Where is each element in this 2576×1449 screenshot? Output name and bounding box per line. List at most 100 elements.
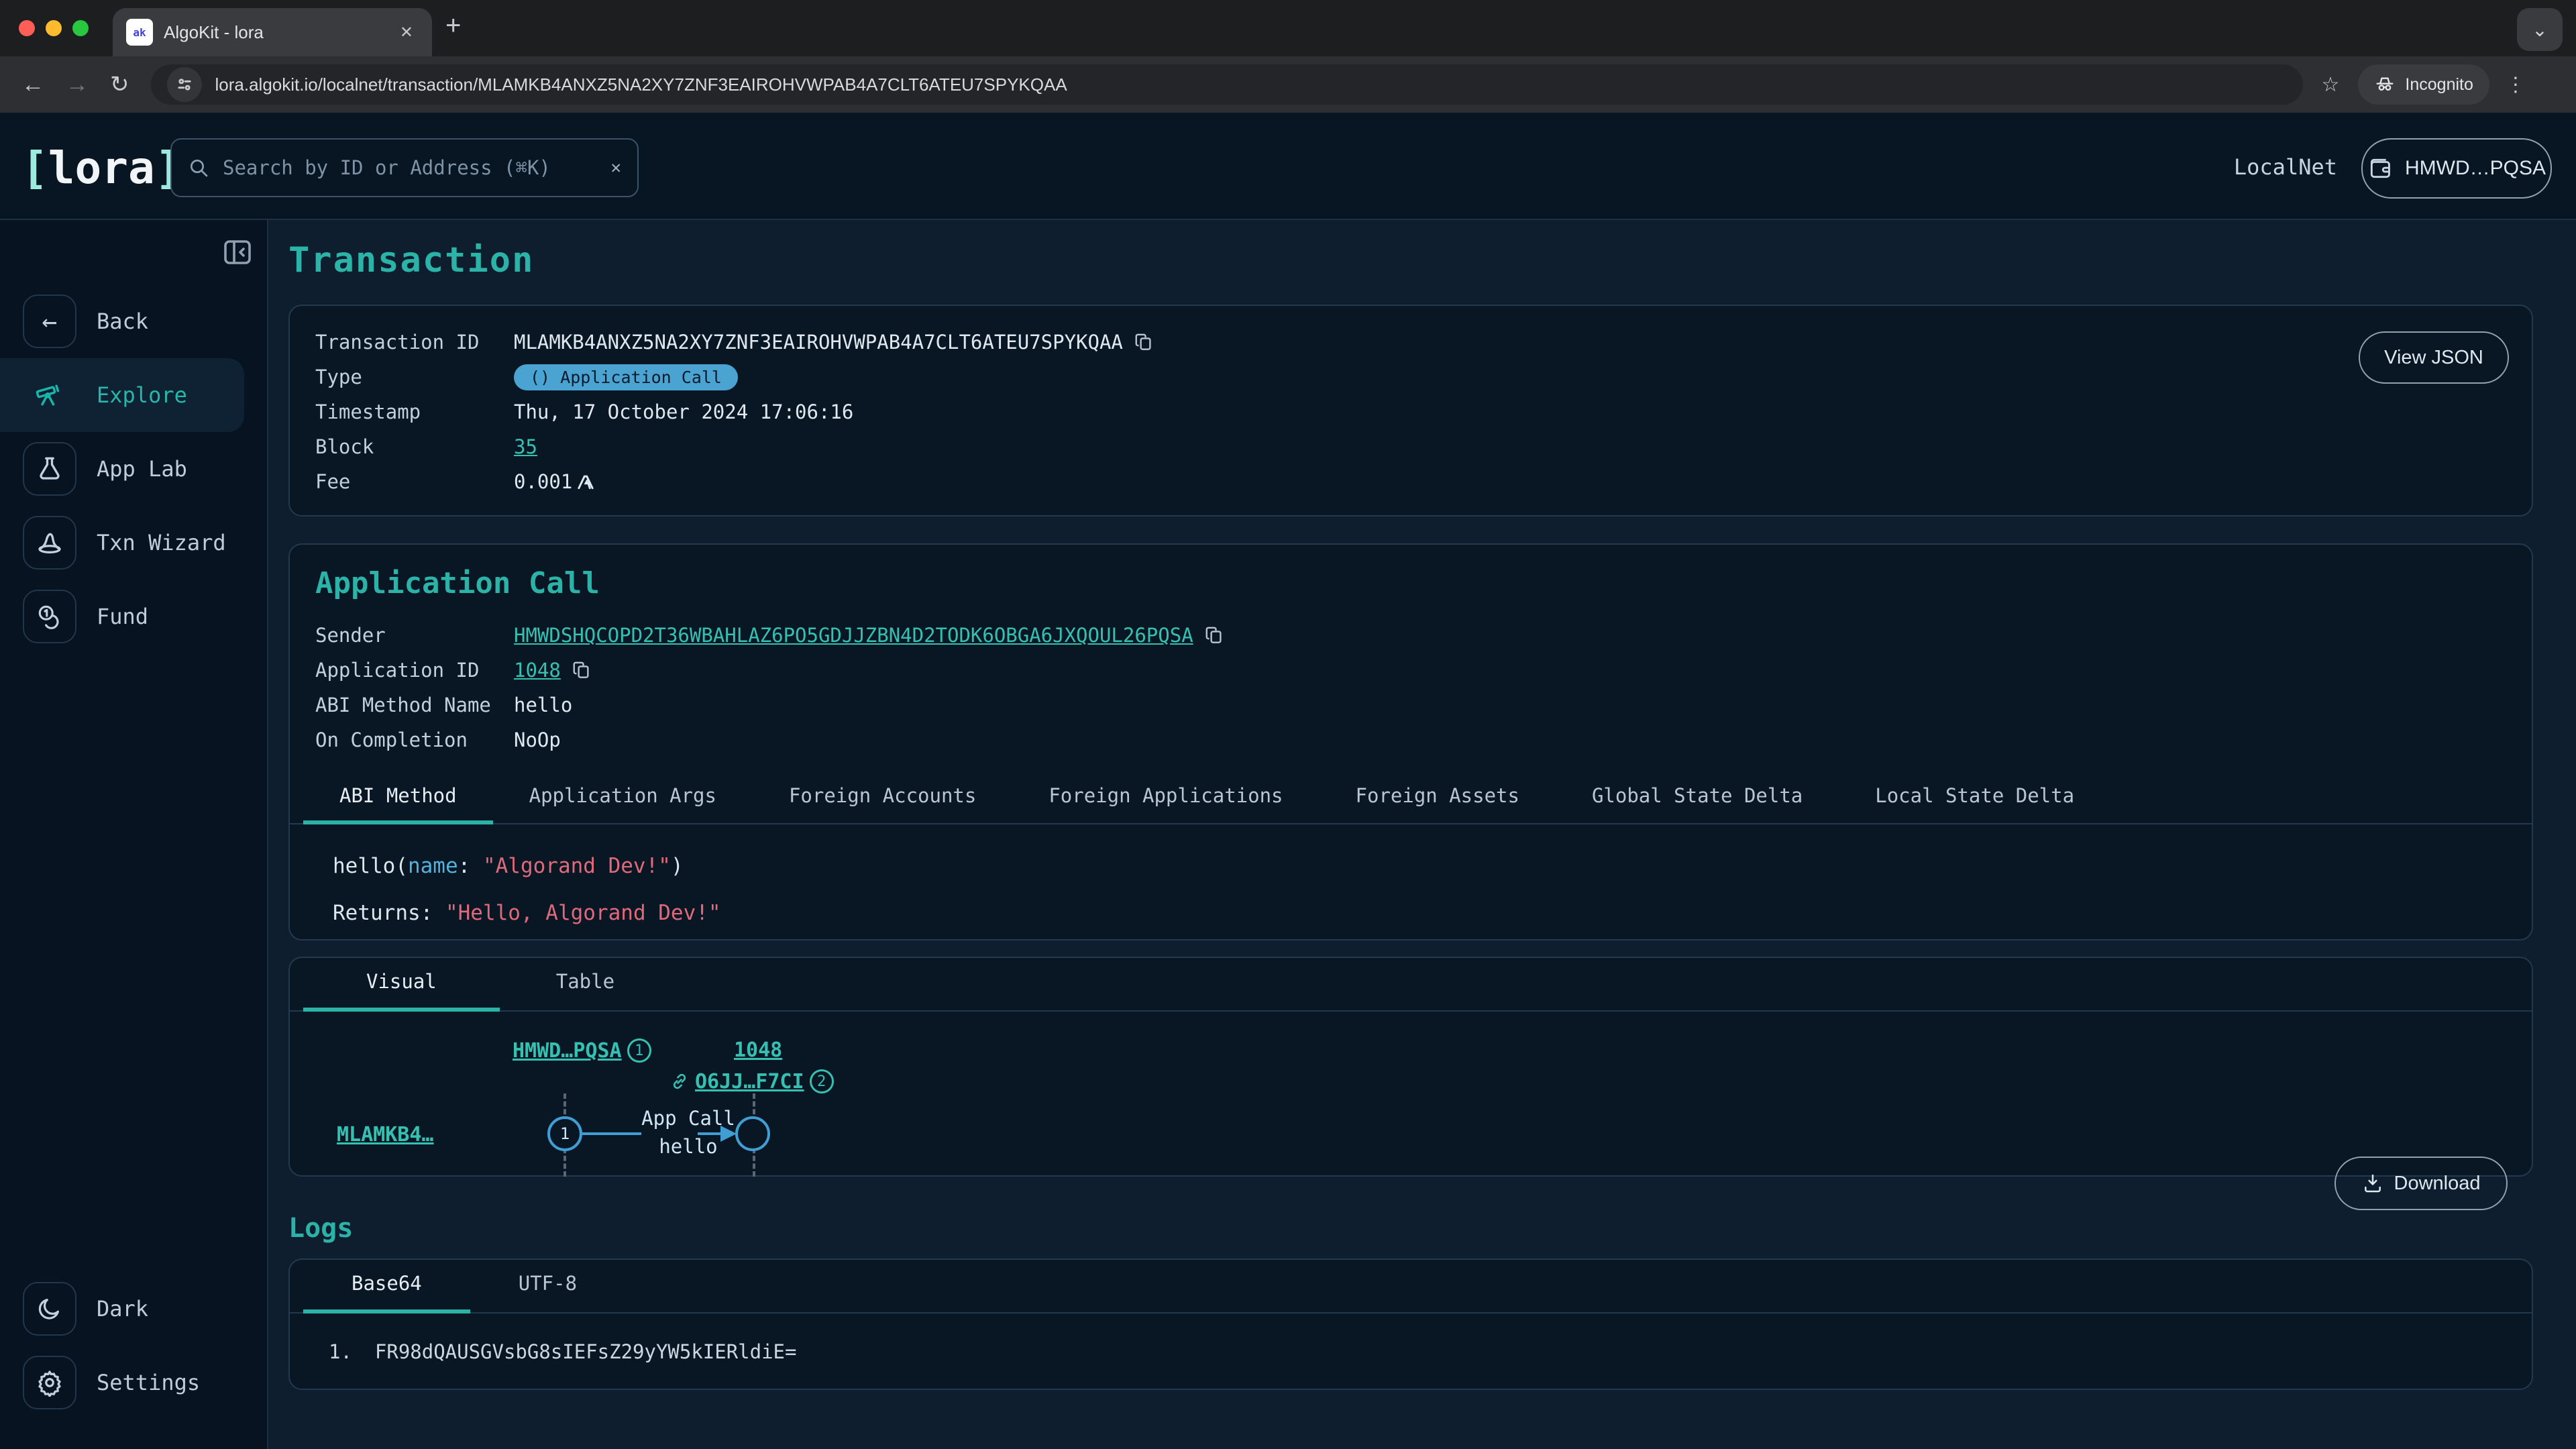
network-label[interactable]: LocalNet: [2234, 154, 2337, 180]
new-tab-button[interactable]: +: [445, 11, 461, 41]
url-bar[interactable]: lora.algokit.io/localnet/transaction/MLA…: [151, 64, 2303, 105]
global-search[interactable]: ✕: [170, 138, 639, 197]
wallet-icon: [2367, 156, 2393, 181]
graph-node-app: [735, 1116, 770, 1151]
wallet-address-label: HMWD…PQSA: [2405, 157, 2546, 180]
type-badge: () Application Call: [514, 364, 738, 390]
search-clear-icon[interactable]: ✕: [610, 158, 621, 178]
resource-badge: 2: [810, 1069, 834, 1093]
lora-logo[interactable]: [lora]: [21, 142, 181, 194]
flask-icon: [23, 442, 76, 496]
logo-bracket-open: [: [21, 142, 48, 194]
gear-icon: [23, 1356, 76, 1409]
sidebar-item-label: Fund: [97, 604, 148, 629]
sidebar-item-label: Explore: [97, 382, 187, 408]
graph-edge-line: [698, 1132, 722, 1135]
field-label: Fee: [315, 470, 514, 493]
app-id-link[interactable]: 1048: [514, 659, 561, 682]
tab-utf8[interactable]: UTF-8: [470, 1272, 625, 1312]
sidebar-collapse-button[interactable]: [221, 236, 254, 268]
search-input[interactable]: [223, 156, 610, 179]
transaction-graph: HMWD…PQSA 1 1048 O6JJ…F7CI 2 MLAMKB4…: [290, 1013, 2532, 1175]
maximize-window-button[interactable]: [72, 20, 89, 36]
field-label: Timestamp: [315, 400, 514, 423]
abi-call-line: hello(name: "Algorand Dev!"): [333, 854, 2532, 878]
fee-row: Fee 0.001: [315, 464, 2532, 499]
sidebar-item-explore[interactable]: Explore: [0, 358, 244, 432]
favicon: AlgoKit - loraak: [126, 19, 153, 46]
copy-icon[interactable]: [572, 660, 592, 680]
tab-search-chevron-icon[interactable]: ⌄: [2517, 8, 2563, 51]
graph-app-id-link[interactable]: 1048: [734, 1038, 782, 1062]
incognito-icon: [2374, 74, 2396, 95]
log-entry-value: FR98dQAUSGVsbG8sIEFsZ29yYW5kIERldiE=: [375, 1340, 797, 1363]
txn-id-value: MLAMKB4ANXZ5NA2XY7ZNF3EAIROHVWPAB4A7CLT6…: [514, 331, 1123, 354]
browser-reload-icon[interactable]: ↻: [110, 71, 129, 98]
minimize-window-button[interactable]: [46, 20, 62, 36]
arg-value: "Algorand Dev!": [483, 854, 671, 878]
txn-id-row: Transaction ID MLAMKB4ANXZ5NA2XY7ZNF3EAI…: [315, 325, 2532, 360]
block-row: Block 35: [315, 429, 2532, 464]
returns-value: "Hello, Algorand Dev!": [445, 901, 721, 925]
panel-collapse-icon: [221, 236, 254, 268]
browser-forward-icon[interactable]: →: [66, 72, 89, 98]
field-label: Application ID: [315, 659, 514, 682]
sidebar-item-settings[interactable]: Settings: [0, 1346, 268, 1419]
sidebar: ← Back Explore: [0, 220, 268, 1449]
graph-group-link[interactable]: O6JJ…F7CI 2: [669, 1069, 834, 1093]
field-label: Type: [315, 366, 514, 388]
sidebar-item-label: Back: [97, 309, 148, 334]
tab-foreign-accounts[interactable]: Foreign Accounts: [753, 784, 1012, 823]
on-completion-value: NoOp: [514, 729, 561, 751]
browser-back-icon[interactable]: ←: [21, 72, 44, 98]
sidebar-footer: Dark Settings: [0, 1272, 268, 1419]
screen: AlgoKit - loraak AlgoKit - lora ✕ + ⌄ ← …: [0, 0, 2576, 1449]
transaction-summary-card: Transaction ID MLAMKB4ANXZ5NA2XY7ZNF3EAI…: [288, 305, 2533, 517]
tab-local-state-delta[interactable]: Local State Delta: [1839, 784, 2110, 823]
main-content: Transaction Transaction ID MLAMKB4ANXZ5N…: [270, 221, 2576, 1449]
browser-tab[interactable]: AlgoKit - loraak AlgoKit - lora ✕: [113, 8, 432, 56]
sidebar-item-label: Txn Wizard: [97, 530, 226, 555]
wallet-button[interactable]: HMWD…PQSA: [2361, 138, 2552, 199]
block-link[interactable]: 35: [514, 435, 537, 458]
logs-card: Base64 UTF-8 1. FR98dQAUSGVsbG8sIEFsZ29y…: [288, 1258, 2533, 1390]
download-button[interactable]: Download: [2334, 1157, 2508, 1210]
tab-visual[interactable]: Visual: [303, 970, 500, 1010]
logo-text: lora: [48, 142, 155, 194]
tab-table[interactable]: Table: [500, 970, 671, 1010]
graph-sender-link[interactable]: HMWD…PQSA 1: [513, 1038, 651, 1063]
url-text: lora.algokit.io/localnet/transaction/MLA…: [215, 74, 1067, 95]
tab-global-state-delta[interactable]: Global State Delta: [1556, 784, 1839, 823]
visual-card: Visual Table HMWD…PQSA 1 1048 O6JJ…F7CI …: [288, 957, 2533, 1177]
link-icon: [669, 1071, 690, 1091]
site-settings-icon[interactable]: [167, 67, 202, 102]
view-json-button[interactable]: View JSON: [2359, 331, 2509, 384]
field-label: On Completion: [315, 729, 514, 751]
sidebar-item-app-lab[interactable]: App Lab: [0, 432, 268, 506]
tab-base64[interactable]: Base64: [303, 1272, 470, 1312]
tab-foreign-applications[interactable]: Foreign Applications: [1012, 784, 1319, 823]
copy-icon[interactable]: [1134, 332, 1154, 352]
graph-txn-link[interactable]: MLAMKB4…: [337, 1123, 434, 1146]
app-call-tabbar: ABI Method Application Args Foreign Acco…: [290, 775, 2532, 824]
tab-application-args[interactable]: Application Args: [493, 784, 753, 823]
sidebar-item-label: Dark: [97, 1296, 148, 1322]
fee-value: 0.001: [514, 470, 572, 493]
sidebar-item-theme-toggle[interactable]: Dark: [0, 1272, 268, 1346]
bookmark-star-icon[interactable]: ☆: [2322, 73, 2340, 97]
sender-link[interactable]: HMWDSHQCOPD2T36WBAHLAZ6PO5GDJJZBN4D2TODK…: [514, 624, 1193, 647]
copy-icon[interactable]: [1204, 625, 1224, 645]
tab-foreign-assets[interactable]: Foreign Assets: [1320, 784, 1556, 823]
abi-method-name-value: hello: [514, 694, 572, 716]
tab-close-icon[interactable]: ✕: [394, 20, 419, 45]
application-call-card: Application Call Sender HMWDSHQCOPD2T36W…: [288, 543, 2533, 941]
sidebar-item-fund[interactable]: Fund: [0, 580, 268, 653]
close-window-button[interactable]: [19, 20, 35, 36]
sidebar-item-back[interactable]: ← Back: [0, 284, 268, 358]
logs-tabbar: Base64 UTF-8: [290, 1260, 2532, 1313]
tab-abi-method[interactable]: ABI Method: [303, 784, 493, 823]
logs-title: Logs: [288, 1213, 2533, 1244]
abi-method-code: hello(name: "Algorand Dev!") Returns: "H…: [290, 824, 2532, 925]
sidebar-item-txn-wizard[interactable]: Txn Wizard: [0, 506, 268, 580]
browser-menu-icon[interactable]: ⋮: [2506, 73, 2526, 97]
